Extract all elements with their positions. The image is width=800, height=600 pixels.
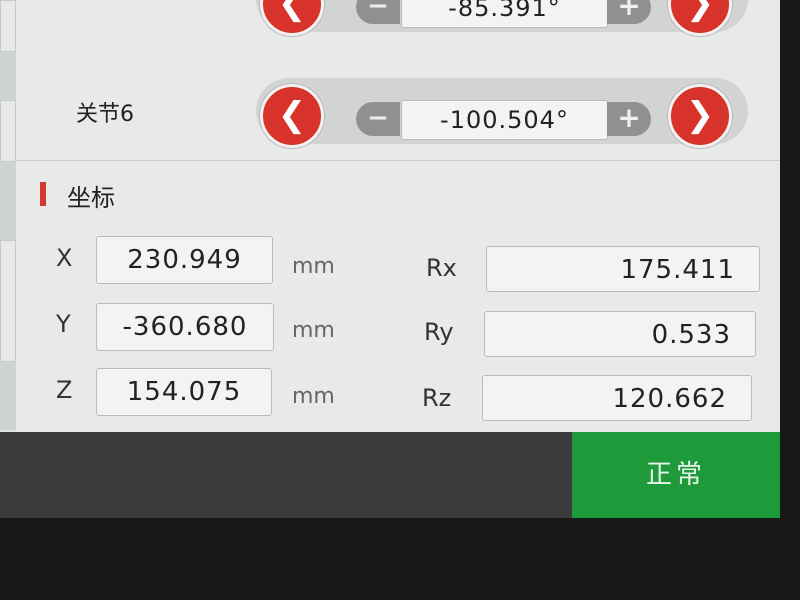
minus-icon[interactable]: − <box>356 0 400 24</box>
ry-value-field[interactable]: 0.533 <box>484 311 756 357</box>
x-value-field[interactable]: 230.949 <box>96 236 273 284</box>
plus-icon[interactable]: + <box>607 0 651 24</box>
joint-row-5: ❮ − -85.391° + ❯ <box>16 0 780 40</box>
coordinates-section-title: 坐标 <box>67 184 115 212</box>
arrow-left-icon: ❮ <box>277 95 307 135</box>
rx-value-field[interactable]: 175.411 <box>486 246 760 292</box>
sidebar-segment[interactable] <box>0 0 16 52</box>
status-normal-button[interactable]: 正常 <box>572 432 780 518</box>
joint6-minus-button[interactable]: − <box>356 102 400 136</box>
decrease-joint6-button[interactable]: ❮ <box>260 84 324 148</box>
status-message-area <box>0 432 572 518</box>
x-unit-label: mm <box>292 254 335 279</box>
joint5-value-field[interactable]: -85.391° <box>401 0 608 28</box>
left-sidebar-edge <box>0 0 17 430</box>
y-axis-label: Y <box>56 310 71 338</box>
joint6-plus-button[interactable]: + <box>607 102 651 136</box>
z-axis-label: Z <box>56 376 73 404</box>
z-value-field[interactable]: 154.075 <box>96 368 272 416</box>
y-unit-label: mm <box>292 318 335 343</box>
section-divider <box>16 160 780 161</box>
y-value-field[interactable]: -360.680 <box>96 303 274 351</box>
sidebar-segment[interactable] <box>0 100 16 162</box>
joint-row-6: 关节6 ❮ − -100.504° + ❯ <box>16 72 780 152</box>
section-accent-bar <box>40 182 46 206</box>
sidebar-segment[interactable] <box>0 240 16 362</box>
minus-icon: − <box>367 103 389 133</box>
rz-axis-label: Rz <box>422 384 452 412</box>
increase-joint6-button[interactable]: ❯ <box>668 84 732 148</box>
z-unit-label: mm <box>292 384 335 409</box>
x-axis-label: X <box>56 244 73 272</box>
rx-axis-label: Rx <box>426 254 457 282</box>
joint6-value-field[interactable]: -100.504° <box>401 100 608 140</box>
plus-icon: + <box>617 101 641 134</box>
robot-controller-screen: ❮ − -85.391° + ❯ 关节6 ❮ − -100.504° + ❯ 坐… <box>0 0 780 518</box>
rz-value-field[interactable]: 120.662 <box>482 375 752 421</box>
arrow-right-icon: ❯ <box>685 95 715 135</box>
ry-axis-label: Ry <box>424 318 454 346</box>
joint6-label: 关节6 <box>76 102 134 127</box>
status-bar: 正常 <box>0 432 780 518</box>
